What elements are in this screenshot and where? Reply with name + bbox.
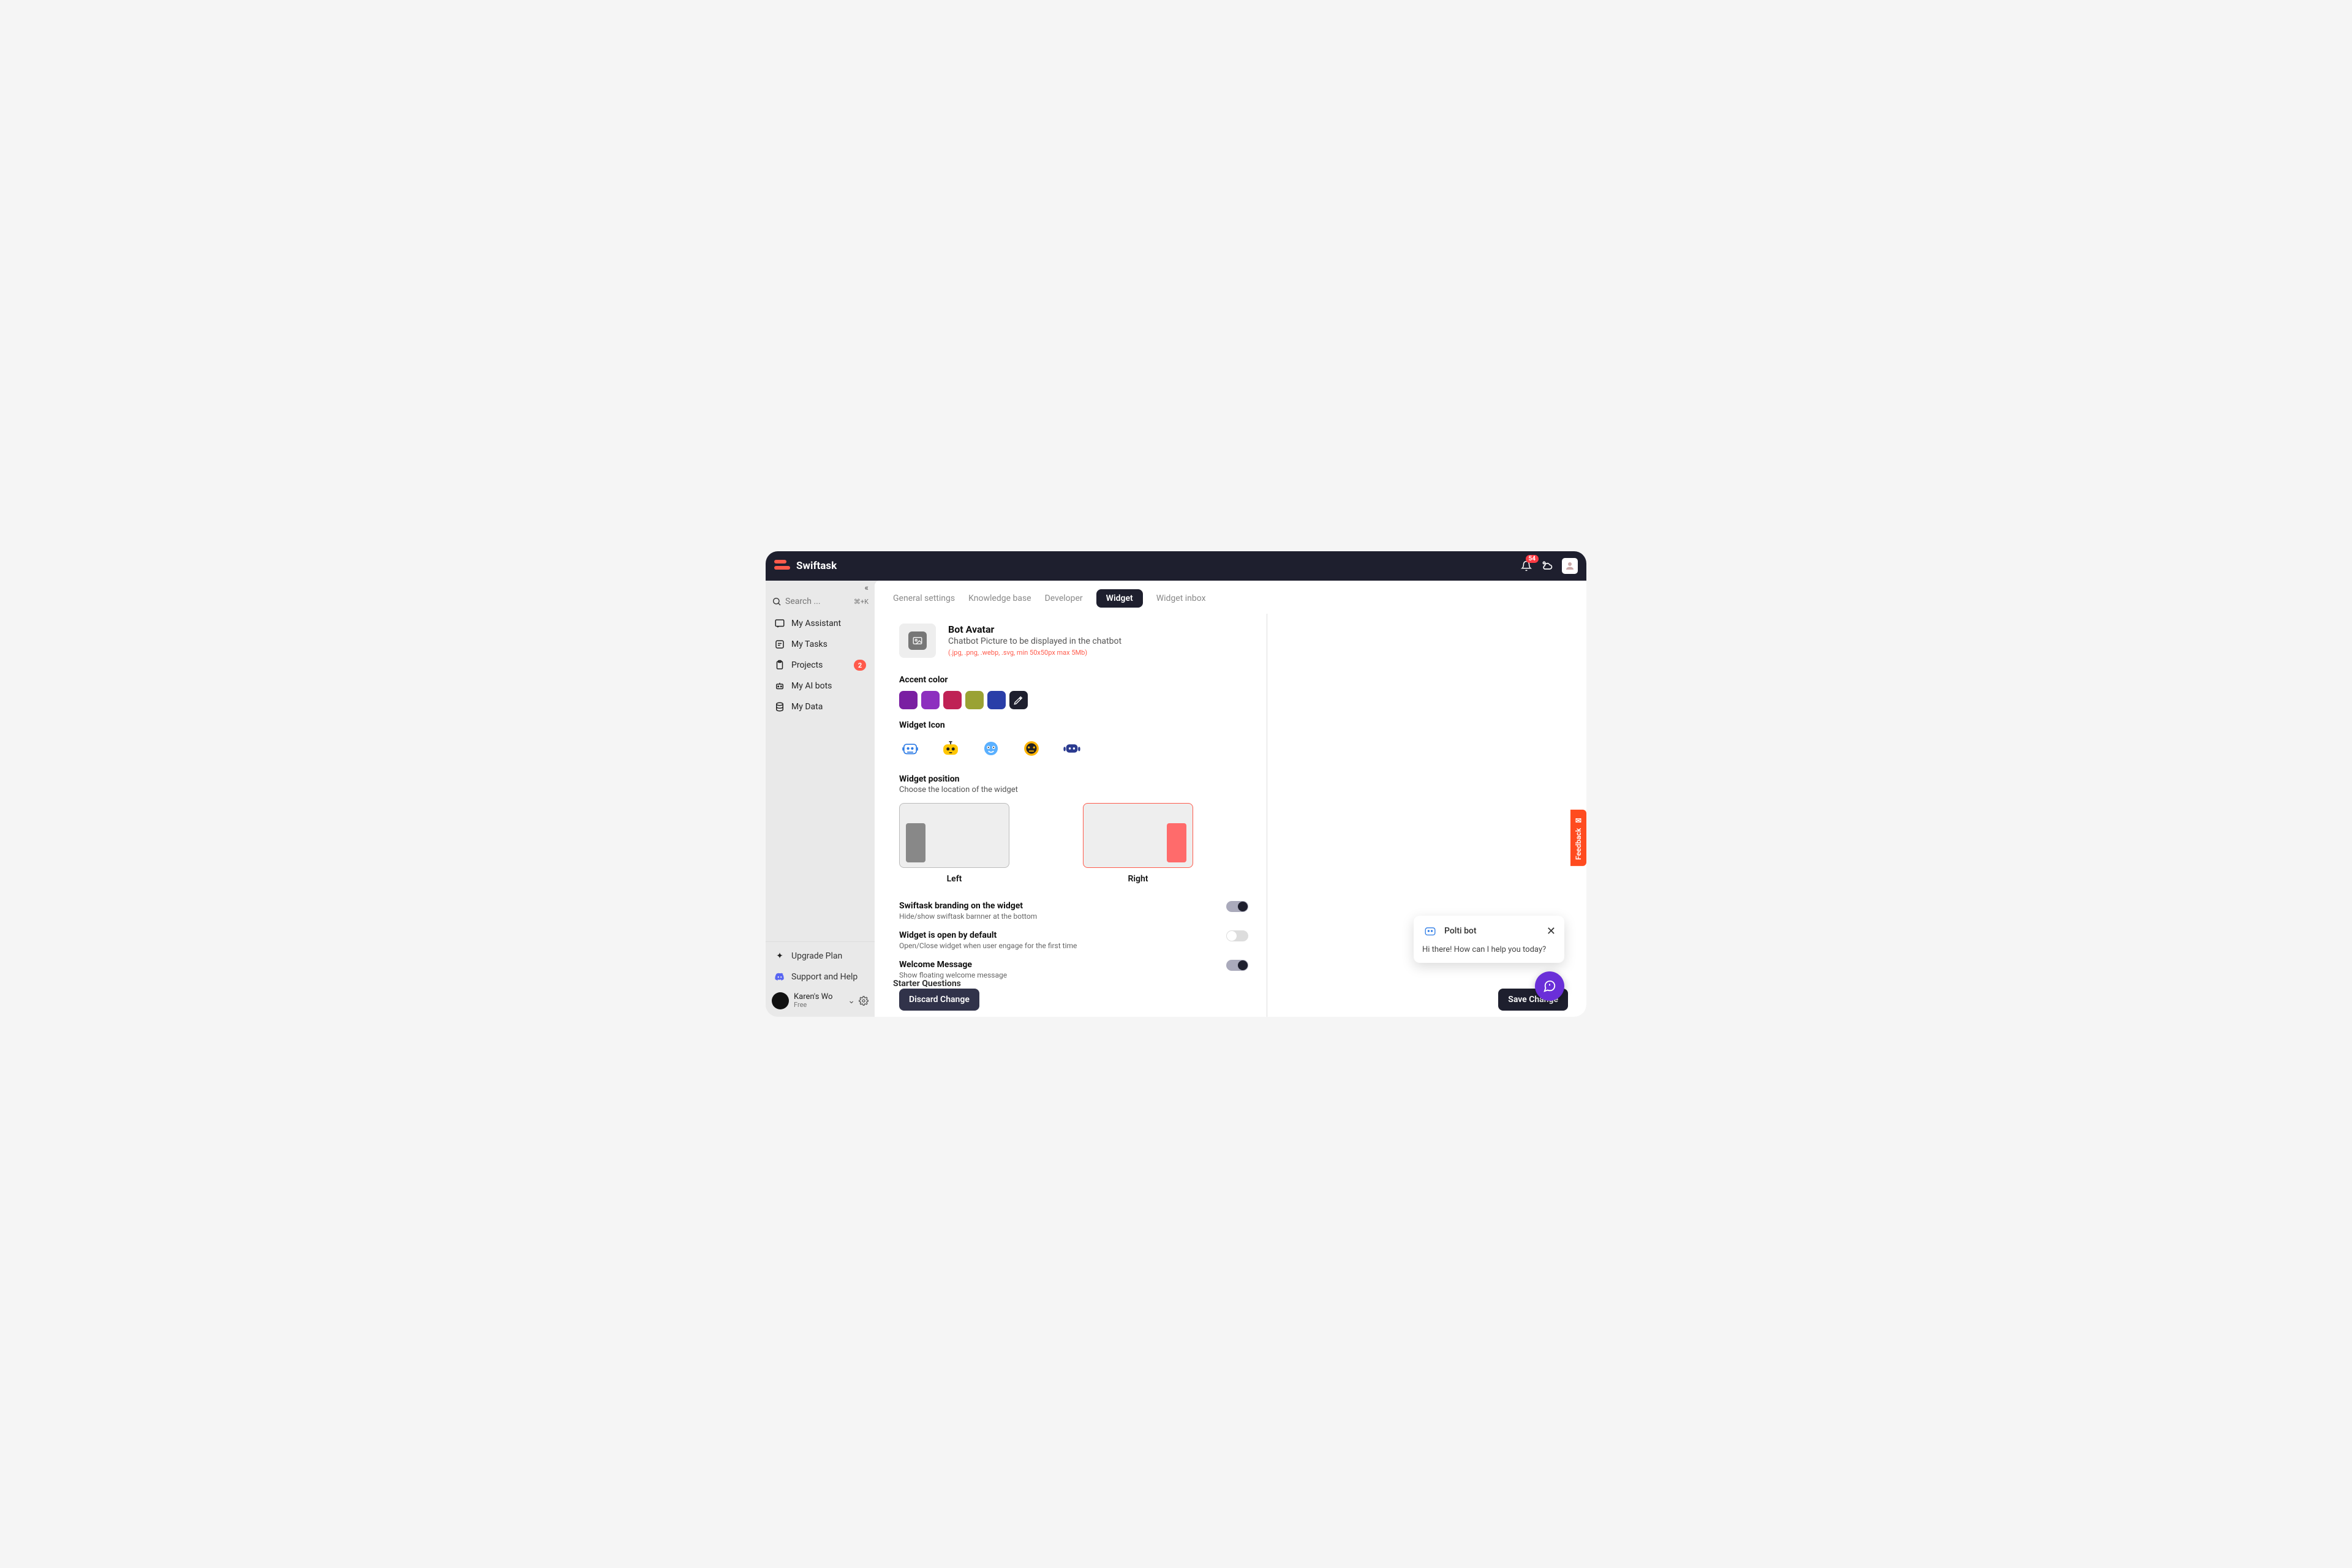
workspace-avatar <box>772 992 789 1009</box>
sidebar: « ⌘+K My Assistant My Tasks <box>766 581 875 1017</box>
bot-icon-option-3[interactable] <box>980 737 1002 760</box>
widget-position-title: Widget position <box>899 774 1248 784</box>
bot-avatar-title: Bot Avatar <box>948 624 1121 635</box>
sidebar-item-label: My Tasks <box>791 639 827 649</box>
projects-badge: 2 <box>854 660 866 671</box>
widget-position-subtitle: Choose the location of the widget <box>899 785 1248 794</box>
accent-color-label: Accent color <box>899 675 1248 685</box>
sidebar-item-tasks[interactable]: My Tasks <box>766 634 875 655</box>
sidebar-nav: My Assistant My Tasks Projects 2 My AI b… <box>766 611 875 720</box>
workspace-switcher[interactable]: Karen's Wo Free ⌄ <box>766 987 875 1017</box>
collapse-sidebar-icon[interactable]: « <box>766 581 875 593</box>
position-option-left[interactable]: Left <box>899 803 1009 884</box>
notification-bell-icon[interactable]: 54 <box>1520 560 1532 572</box>
sidebar-item-label: My AI bots <box>791 681 832 691</box>
accent-swatch[interactable] <box>899 691 918 709</box>
tab-general[interactable]: General settings <box>893 594 955 603</box>
chat-message: Hi there! How can I help you today? <box>1422 945 1556 954</box>
welcome-toggle-sub: Show floating welcome message <box>899 971 1007 979</box>
tasks-icon <box>774 639 785 650</box>
search-input[interactable] <box>785 597 828 606</box>
discard-button[interactable]: Discard Change <box>899 989 979 1011</box>
open-default-toggle-sub: Open/Close widget when user engage for t… <box>899 941 1077 950</box>
chat-title: Polti bot <box>1444 926 1477 936</box>
sidebar-item-assistant[interactable]: My Assistant <box>766 613 875 634</box>
accent-swatch[interactable] <box>943 691 962 709</box>
position-right-label: Right <box>1083 874 1193 884</box>
feedback-label: Feedback <box>1574 827 1583 859</box>
search-icon <box>772 597 782 606</box>
notification-badge: 54 <box>1526 555 1539 563</box>
sidebar-item-data[interactable]: My Data <box>766 696 875 717</box>
search-bar[interactable]: ⌘+K <box>766 593 875 611</box>
bot-avatar-upload[interactable] <box>899 624 936 658</box>
support-link[interactable]: Support and Help <box>766 967 875 987</box>
welcome-toggle[interactable] <box>1226 960 1248 971</box>
widget-icon-label: Widget Icon <box>899 720 1248 730</box>
upgrade-plan-link[interactable]: ✦ Upgrade Plan <box>766 946 875 967</box>
sidebar-item-label: My Data <box>791 702 823 712</box>
sidebar-item-projects[interactable]: Projects 2 <box>766 655 875 676</box>
bot-icon-option-5[interactable] <box>1061 737 1083 760</box>
accent-swatch[interactable] <box>987 691 1006 709</box>
topbar: Swiftask 54 <box>766 551 1586 581</box>
bot-icon-option-2[interactable] <box>940 737 962 760</box>
upgrade-label: Upgrade Plan <box>791 951 842 961</box>
database-icon <box>774 701 785 712</box>
chat-fab[interactable] <box>1535 971 1564 1001</box>
support-label: Support and Help <box>791 972 858 982</box>
accent-swatch[interactable] <box>921 691 940 709</box>
tab-widget[interactable]: Widget <box>1096 589 1143 608</box>
robot-icon <box>774 680 785 692</box>
chat-popup: Polti bot ✕ Hi there! How can I help you… <box>1414 916 1564 963</box>
search-shortcut: ⌘+K <box>854 598 869 606</box>
bot-icon-option-4[interactable] <box>1020 737 1042 760</box>
branding-toggle-title: Swiftask branding on the widget <box>899 901 1037 911</box>
feedback-tab[interactable]: Feedback ✉ <box>1570 809 1586 865</box>
tab-knowledge-base[interactable]: Knowledge base <box>968 594 1031 603</box>
chat-close-icon[interactable]: ✕ <box>1547 925 1556 938</box>
color-picker-button[interactable] <box>1009 691 1028 709</box>
welcome-toggle-title: Welcome Message <box>899 960 1007 970</box>
sidebar-item-ai-bots[interactable]: My AI bots <box>766 676 875 696</box>
position-option-right[interactable]: Right <box>1083 803 1193 884</box>
user-avatar[interactable] <box>1562 558 1578 574</box>
app-name: Swiftask <box>796 560 837 572</box>
open-default-toggle[interactable] <box>1226 930 1248 941</box>
app-logo[interactable]: Swiftask <box>774 560 837 572</box>
sparkle-icon: ✦ <box>774 951 785 962</box>
app-window: Swiftask 54 « ⌘+K <box>766 551 1586 1017</box>
bot-icon-option-1[interactable] <box>899 737 921 760</box>
accent-swatch[interactable] <box>965 691 984 709</box>
chevron-down-icon[interactable]: ⌄ <box>848 996 855 1006</box>
tab-widget-inbox[interactable]: Widget inbox <box>1156 594 1206 603</box>
chat-bot-icon <box>1422 923 1438 939</box>
workspace-name: Karen's Wo <box>794 993 832 1001</box>
tab-developer[interactable]: Developer <box>1045 594 1083 603</box>
workspace-plan: Free <box>794 1001 832 1009</box>
widget-settings: Bot Avatar Chatbot Picture to be display… <box>875 614 1267 1017</box>
tabs: General settings Knowledge base Develope… <box>875 581 1586 614</box>
accent-swatches <box>899 691 1248 709</box>
weather-icon[interactable] <box>1541 560 1553 572</box>
bot-avatar-formats: (.jpg, .png, .webp, .svg, min 50x50px ma… <box>948 649 1121 657</box>
gear-icon[interactable] <box>859 996 869 1006</box>
image-placeholder-icon <box>908 631 927 650</box>
widget-icon-options <box>899 737 1248 760</box>
sidebar-item-label: My Assistant <box>791 619 841 628</box>
chat-icon <box>774 618 785 629</box>
starter-questions-title: Starter Questions <box>893 979 1267 989</box>
swiftask-logo-icon <box>774 560 791 572</box>
discord-icon <box>774 971 785 982</box>
bot-avatar-subtitle: Chatbot Picture to be displayed in the c… <box>948 636 1121 646</box>
branding-toggle-sub: Hide/show swiftask barnner at the bottom <box>899 912 1037 921</box>
position-left-label: Left <box>899 874 1009 884</box>
feedback-icon: ✉ <box>1574 815 1583 824</box>
open-default-toggle-title: Widget is open by default <box>899 930 1077 940</box>
branding-toggle[interactable] <box>1226 901 1248 912</box>
main-panel: General settings Knowledge base Develope… <box>875 581 1586 1017</box>
sidebar-item-label: Projects <box>791 660 823 670</box>
clipboard-icon <box>774 660 785 671</box>
